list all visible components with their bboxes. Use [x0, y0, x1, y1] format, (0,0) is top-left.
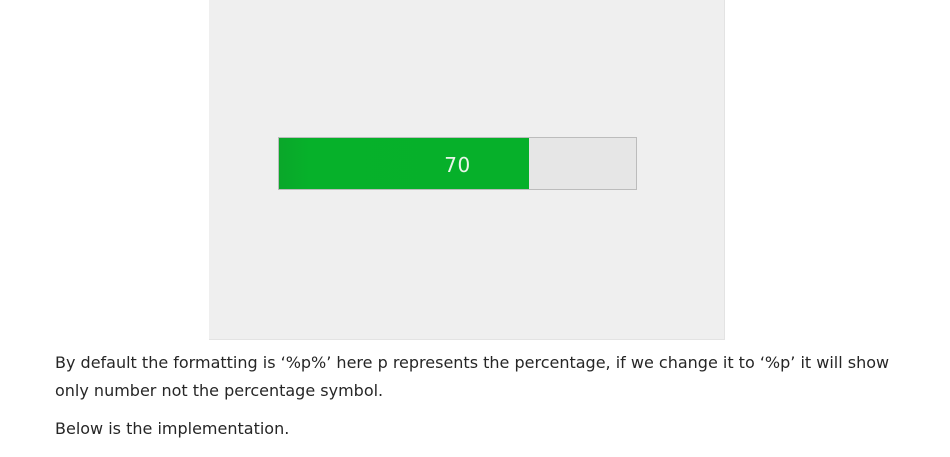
article-paragraph-formatting: By default the formatting is ‘%p%’ here … — [55, 353, 890, 400]
progress-bar-value-label: 70 — [444, 152, 471, 177]
progress-bar-demo-screenshot: 70 — [209, 0, 725, 340]
article-paragraph-implementation: Below is the implementation. — [55, 419, 290, 438]
progress-bar: 70 — [278, 137, 637, 190]
